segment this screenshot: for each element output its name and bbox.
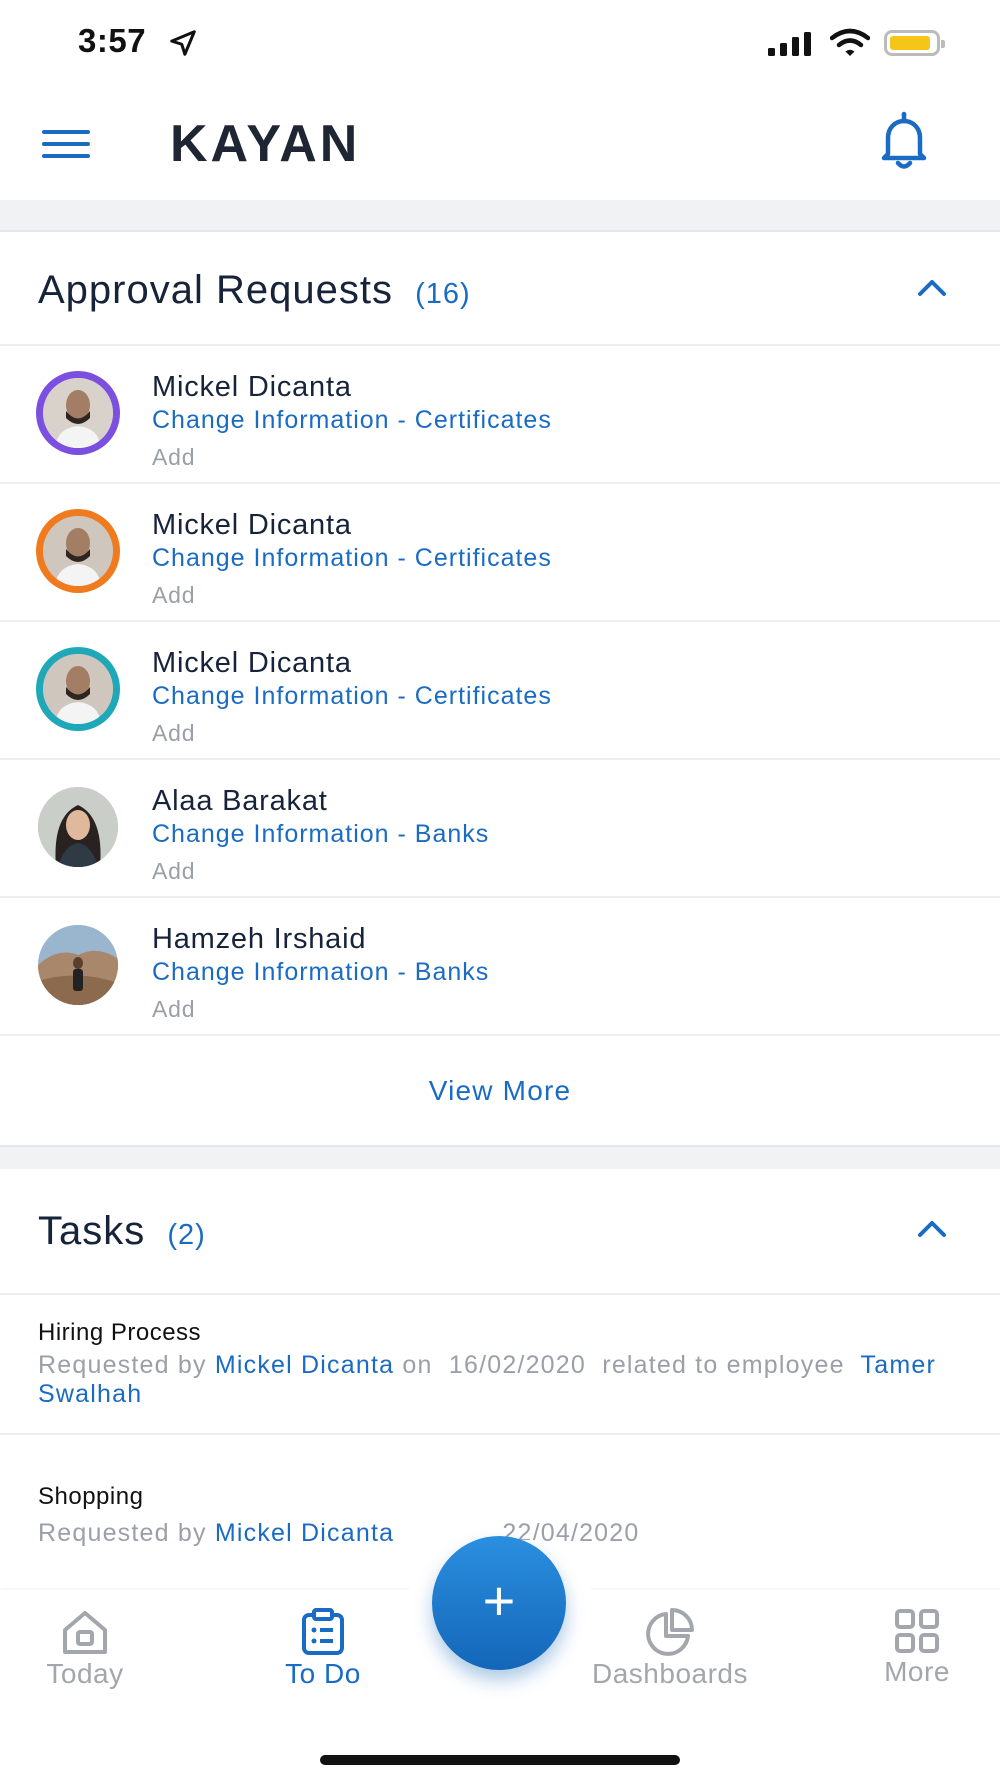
requester-link[interactable]: Mickel Dicanta (215, 1351, 394, 1379)
hamburger-menu-icon[interactable] (42, 130, 90, 164)
request-type: Change Information - Certificates (152, 682, 552, 710)
section-divider (0, 200, 1000, 232)
add-button[interactable]: + (432, 1536, 566, 1670)
request-action: Add (152, 444, 196, 470)
section-divider (0, 1145, 1000, 1171)
task-meta: Requested by Mickel Dicanta on 16/02/202… (38, 1351, 958, 1409)
requester-name: Hamzeh Irshaid (152, 923, 367, 955)
view-more-link[interactable]: View More (0, 1036, 1000, 1146)
avatar (36, 509, 120, 593)
nav-today[interactable]: Today (30, 1608, 140, 1690)
approval-requests-card: Approval Requests (16) Mickel Dicanta Ch… (0, 232, 1000, 1146)
avatar (36, 647, 120, 731)
nav-more[interactable]: More (872, 1608, 962, 1688)
request-action: Add (152, 582, 196, 608)
person-photo-icon (38, 925, 118, 1005)
tasks-card: Tasks (2) Hiring Process Requested by Mi… (0, 1169, 1000, 1589)
app-header: KAYAN (0, 92, 1000, 200)
approval-requests-count: (16) (415, 278, 471, 310)
grid-icon (895, 1609, 939, 1653)
approval-request-item[interactable]: Mickel Dicanta Change Information - Cert… (0, 484, 1000, 622)
request-action: Add (152, 996, 196, 1022)
approval-requests-header[interactable]: Approval Requests (16) (0, 232, 1000, 346)
avatar (36, 371, 120, 455)
requested-by-label: Requested by (38, 1351, 207, 1379)
request-type: Change Information - Banks (152, 820, 490, 848)
tasks-header[interactable]: Tasks (2) (0, 1169, 1000, 1295)
person-photo-icon (38, 787, 118, 867)
task-item[interactable]: Hiring Process Requested by Mickel Dican… (0, 1295, 1000, 1435)
home-icon (63, 1611, 107, 1654)
requester-name: Mickel Dicanta (152, 647, 352, 679)
related-to-label: related to employee (602, 1351, 845, 1379)
tasks-title-text: Tasks (38, 1209, 146, 1253)
avatar (36, 785, 120, 869)
approval-request-item[interactable]: Mickel Dicanta Change Information - Cert… (0, 346, 1000, 484)
wifi-icon (830, 28, 870, 56)
approval-requests-title: Approval Requests (16) (38, 268, 471, 313)
requester-name: Mickel Dicanta (152, 509, 352, 541)
nav-dashboards[interactable]: Dashboards (570, 1608, 770, 1690)
status-time: 3:57 (78, 22, 147, 59)
chevron-up-icon[interactable] (912, 268, 952, 308)
chevron-up-icon[interactable] (912, 1209, 952, 1249)
nav-dashboards-label: Dashboards (592, 1658, 748, 1689)
pie-chart-icon (646, 1608, 694, 1656)
person-photo-icon (43, 378, 113, 448)
approval-request-item[interactable]: Mickel Dicanta Change Information - Cert… (0, 622, 1000, 760)
request-type: Change Information - Certificates (152, 544, 552, 572)
tasks-title: Tasks (2) (38, 1209, 206, 1254)
task-title: Hiring Process (38, 1319, 202, 1346)
nav-today-label: Today (46, 1658, 124, 1689)
location-arrow-icon (170, 30, 196, 56)
request-type: Change Information - Banks (152, 958, 490, 986)
person-photo-icon (43, 516, 113, 586)
notification-bell-icon[interactable] (874, 110, 934, 174)
nav-more-label: More (884, 1656, 950, 1687)
battery-icon (884, 30, 945, 56)
request-type: Change Information - Certificates (152, 406, 552, 434)
nav-todo-label: To Do (285, 1658, 361, 1689)
task-title: Shopping (38, 1483, 144, 1510)
home-indicator (320, 1755, 680, 1765)
requester-link[interactable]: Mickel Dicanta (215, 1519, 394, 1547)
approval-requests-title-text: Approval Requests (38, 268, 393, 312)
person-photo-icon (43, 654, 113, 724)
nav-todo[interactable]: To Do (268, 1608, 378, 1690)
avatar (36, 923, 120, 1007)
plus-icon: + (482, 1569, 516, 1632)
requester-name: Alaa Barakat (152, 785, 328, 817)
kayan-logo: KAYAN (170, 115, 361, 173)
status-bar: 3:57 (0, 0, 1000, 92)
on-label: on (402, 1351, 433, 1379)
cellular-signal-icon (768, 32, 811, 56)
requested-by-label: Requested by (38, 1519, 207, 1547)
approval-request-item[interactable]: Alaa Barakat Change Information - Banks … (0, 760, 1000, 898)
task-date: 16/02/2020 (448, 1351, 586, 1379)
request-action: Add (152, 858, 196, 884)
request-action: Add (152, 720, 196, 746)
requester-name: Mickel Dicanta (152, 371, 352, 403)
tasks-count: (2) (167, 1219, 206, 1251)
approval-request-item[interactable]: Hamzeh Irshaid Change Information - Bank… (0, 898, 1000, 1036)
clipboard-list-icon (302, 1608, 344, 1655)
